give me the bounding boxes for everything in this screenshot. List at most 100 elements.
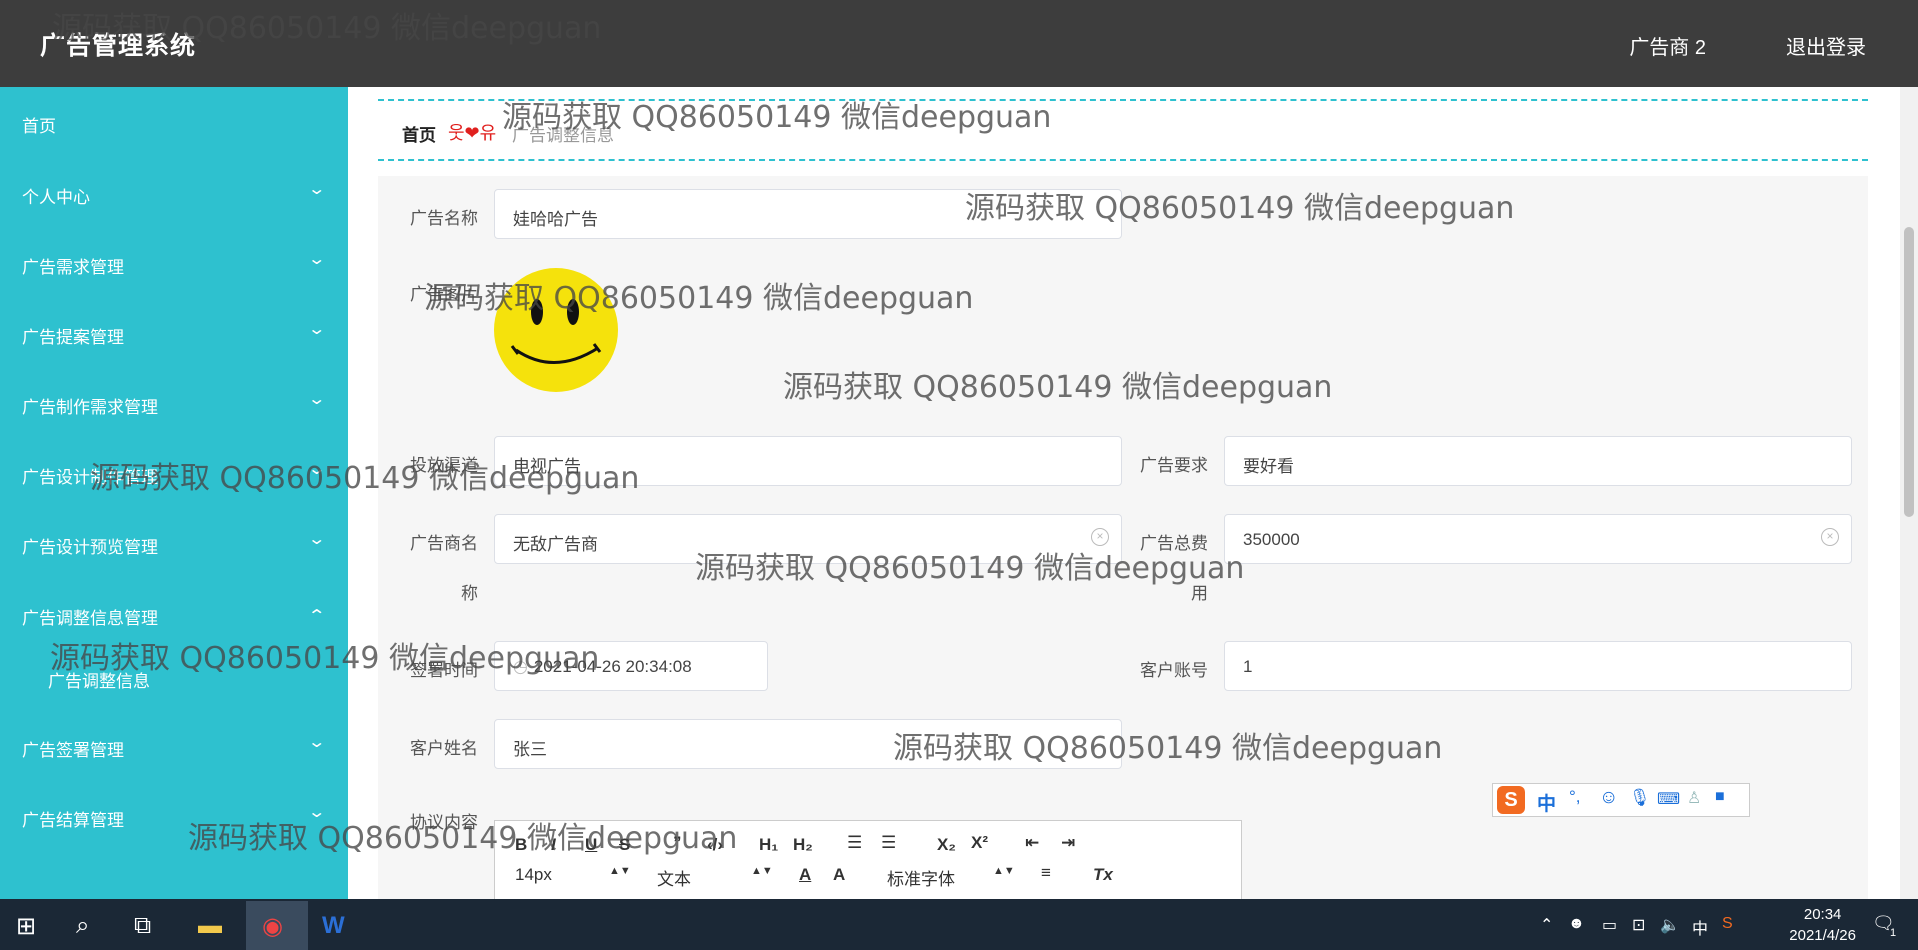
sign-time-picker[interactable]: ◷ 2021-04-26 20:34:08 xyxy=(494,641,768,691)
qq-icon[interactable]: ☻ xyxy=(1568,915,1585,933)
customer-account-field[interactable]: 1 xyxy=(1224,641,1852,691)
h2-icon[interactable]: H₂ xyxy=(793,835,813,855)
sidebar-item-proposal[interactable]: 广告提案管理 ⌄ xyxy=(0,303,348,363)
clear-icon[interactable]: × xyxy=(1821,528,1839,546)
word-icon[interactable]: W xyxy=(322,912,345,940)
ad-image-label: 广告图片 xyxy=(410,285,478,304)
sidebar-item-demand[interactable]: 广告需求管理 ⌄ xyxy=(0,233,348,293)
chevron-updown-icon: ▲▼ xyxy=(993,865,1015,877)
subscript-icon[interactable]: X₂ xyxy=(937,835,956,855)
person-icon[interactable]: ♙ xyxy=(1687,788,1701,808)
sidebar-item-adjustment[interactable]: 广告调整信息管理 ⌃ xyxy=(0,584,348,644)
chevron-up-icon: ⌃ xyxy=(307,608,327,625)
chevron-down-icon: ⌄ xyxy=(307,531,327,548)
bullet-list-icon[interactable]: ☰ xyxy=(881,833,896,853)
clock[interactable]: 20:34 2021/4/26 xyxy=(1789,904,1856,946)
scrollbar-thumb[interactable] xyxy=(1904,227,1914,517)
sogou-tray-icon[interactable]: S xyxy=(1722,915,1733,933)
chevron-updown-icon: ▲▼ xyxy=(751,865,773,877)
code-icon[interactable]: ‹/› xyxy=(707,835,723,855)
align-icon[interactable]: ≡ xyxy=(1041,863,1051,883)
bold-icon[interactable]: B xyxy=(515,835,527,855)
keyboard-icon[interactable]: ⌨ xyxy=(1657,789,1680,809)
clear-format-icon[interactable]: Tx xyxy=(1093,865,1113,885)
volume-icon[interactable]: 🔈 xyxy=(1660,915,1680,935)
sidebar-item-profile[interactable]: 个人中心 ⌄ xyxy=(0,163,348,223)
advertiser-field[interactable]: 无敌广告商 × xyxy=(494,514,1122,564)
breadcrumb-separator: 웃❤유 xyxy=(448,123,497,143)
agreement-label: 协议内容 xyxy=(410,813,478,832)
italic-icon[interactable]: I xyxy=(551,835,556,855)
total-cost-field[interactable]: 350000 × xyxy=(1224,514,1852,564)
chevron-down-icon: ⌄ xyxy=(307,804,327,821)
requirement-field[interactable]: 要好看 xyxy=(1224,436,1852,486)
file-explorer-icon[interactable]: ▬ xyxy=(198,912,222,940)
indent-icon[interactable]: ⇥ xyxy=(1061,833,1075,853)
network-icon[interactable]: ⊡ xyxy=(1632,915,1645,935)
sign-time-label: 签署时间 xyxy=(410,661,478,680)
scrollbar[interactable] xyxy=(1900,87,1918,899)
requirement-label: 广告要求 xyxy=(1140,456,1208,475)
app-title: 广告管理系统 xyxy=(40,32,197,60)
chevron-down-icon: ⌄ xyxy=(307,391,327,408)
background-color-icon[interactable]: A xyxy=(833,865,845,885)
outdent-icon[interactable]: ⇤ xyxy=(1025,833,1039,853)
advertiser-label-cont: 称 xyxy=(461,584,478,603)
superscript-icon[interactable]: X² xyxy=(971,833,988,853)
top-header: 广告管理系统 广告商 2 退出登录 xyxy=(0,0,1918,87)
ad-name-field[interactable]: 娃哈哈广告 xyxy=(494,189,1122,239)
search-icon[interactable]: ⌕ xyxy=(76,912,89,940)
logout-link[interactable]: 退出登录 xyxy=(1786,31,1866,60)
channel-field[interactable]: 电视广告 xyxy=(494,436,1122,486)
sidebar-item-home[interactable]: 首页 xyxy=(0,92,348,152)
ime-mode[interactable]: 中 xyxy=(1537,789,1556,816)
sidebar-item-signing[interactable]: 广告签署管理 ⌄ xyxy=(0,716,348,776)
ad-name-label: 广告名称 xyxy=(410,209,478,228)
font-family-select[interactable]: 标准字体 xyxy=(887,865,955,890)
notification-count: 1 xyxy=(1890,927,1897,939)
input-language[interactable]: 中 xyxy=(1692,915,1708,939)
chevron-down-icon: ⌄ xyxy=(307,461,327,478)
customer-account-label: 客户账号 xyxy=(1140,661,1208,680)
chevron-down-icon: ⌄ xyxy=(307,321,327,338)
breadcrumb-current: 广告调整信息 xyxy=(512,126,614,145)
emoji-icon[interactable]: ☺ xyxy=(1599,787,1618,809)
skin-icon[interactable]: ■ xyxy=(1715,788,1725,806)
battery-icon[interactable]: ▭ xyxy=(1602,915,1617,935)
sidebar-item-settlement[interactable]: 广告结算管理 ⌄ xyxy=(0,786,348,846)
ordered-list-icon[interactable]: ☰ xyxy=(847,833,862,853)
ad-image xyxy=(494,268,618,392)
chrome-icon[interactable]: ◉ xyxy=(262,912,283,941)
paragraph-select[interactable]: 文本 xyxy=(657,865,691,890)
chevron-down-icon: ⌄ xyxy=(307,251,327,268)
windows-start-icon[interactable]: ⊞ xyxy=(16,912,36,941)
strikethrough-icon[interactable]: S xyxy=(619,835,630,855)
tray-arrow-icon[interactable]: ⌃ xyxy=(1540,915,1553,935)
quote-icon[interactable]: ” xyxy=(673,833,682,853)
rich-text-editor[interactable]: B I U S ” ‹/› H₁ H₂ ☰ ☰ X₂ X² ⇤ ⇥ 14px ▲… xyxy=(494,820,1242,900)
taskbar: ⊞ ⌕ ⧉ ▬ ◉ W ⌃ ☻ ▭ ⊡ 🔈 中 S 20:34 2021/4/2… xyxy=(0,899,1918,950)
breadcrumb-home[interactable]: 首页 xyxy=(402,121,436,146)
chevron-down-icon: ⌄ xyxy=(307,181,327,198)
breadcrumb: 首页 웃❤유 广告调整信息 xyxy=(378,99,1868,161)
font-size-select[interactable]: 14px xyxy=(515,865,552,885)
microphone-icon[interactable]: 🎙 xyxy=(1629,788,1651,808)
customer-name-field[interactable]: 张三 xyxy=(494,719,1122,769)
total-cost-label: 广告总费 xyxy=(1140,534,1208,553)
total-cost-label-cont: 用 xyxy=(1191,584,1208,603)
sidebar: 首页 个人中心 ⌄ 广告需求管理 ⌄ 广告提案管理 ⌄ 广告制作需求管理 ⌄ 广告设计制… xyxy=(0,87,348,899)
ime-toolbar[interactable]: S 中 °, ☺ 🎙 ⌨ ♙ ■ xyxy=(1492,783,1750,817)
sidebar-item-design[interactable]: 广告设计制作管理 ⌄ xyxy=(0,443,348,503)
sidebar-item-production[interactable]: 广告制作需求管理 ⌄ xyxy=(0,373,348,433)
h1-icon[interactable]: H₁ xyxy=(759,835,778,855)
clear-icon[interactable]: × xyxy=(1091,528,1109,546)
advertiser-label: 广告商名 xyxy=(410,534,478,553)
current-user: 广告商 2 xyxy=(1629,37,1706,59)
sidebar-item-preview[interactable]: 广告设计预览管理 ⌄ xyxy=(0,513,348,573)
task-view-icon[interactable]: ⧉ xyxy=(134,912,151,940)
underline-icon[interactable]: U xyxy=(585,835,597,855)
font-color-icon[interactable]: A xyxy=(799,865,811,885)
punctuation-icon[interactable]: °, xyxy=(1569,787,1581,807)
sidebar-subitem-adjustment-info[interactable]: 广告调整信息 xyxy=(48,667,150,692)
clock-icon: ◷ xyxy=(513,657,528,676)
